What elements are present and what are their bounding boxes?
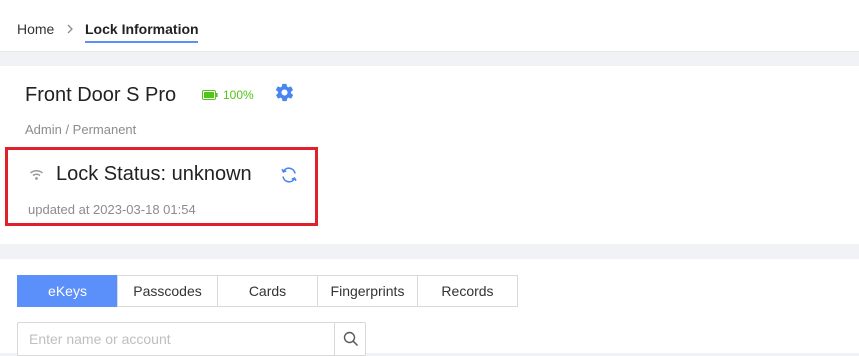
lock-status-section: Lock Status: unknown updated at 2023-03-… xyxy=(5,147,318,226)
wifi-icon xyxy=(30,169,43,180)
tab-cards[interactable]: Cards xyxy=(217,275,318,307)
breadcrumb-home-link[interactable]: Home xyxy=(17,21,54,37)
search-icon xyxy=(343,331,359,347)
status-updated-time: updated at 2023-03-18 01:54 xyxy=(28,202,196,217)
chevron-right-icon xyxy=(67,24,73,34)
search-button[interactable] xyxy=(334,323,365,355)
battery-full-icon xyxy=(202,90,218,100)
access-role: Admin / Permanent xyxy=(25,122,137,137)
lock-name: Front Door S Pro xyxy=(25,84,177,106)
tab-records[interactable]: Records xyxy=(417,275,518,307)
gear-icon[interactable] xyxy=(274,82,295,103)
lock-status-title: Lock Status: unknown xyxy=(56,163,252,185)
search-box xyxy=(17,322,366,356)
tab-ekeys[interactable]: eKeys xyxy=(17,275,118,307)
search-input[interactable] xyxy=(18,323,334,355)
access-panel: eKeys Passcodes Cards Fingerprints Recor… xyxy=(0,259,859,356)
tab-fingerprints[interactable]: Fingerprints xyxy=(317,275,418,307)
breadcrumb: Home Lock Information xyxy=(0,0,859,52)
battery-level: 100% xyxy=(223,88,254,102)
tab-passcodes[interactable]: Passcodes xyxy=(117,275,218,307)
access-tabs: eKeys Passcodes Cards Fingerprints Recor… xyxy=(17,275,518,307)
lock-info-card: Front Door S Pro 100% Admin / Permanent … xyxy=(0,66,859,244)
refresh-icon[interactable] xyxy=(279,165,299,185)
breadcrumb-current[interactable]: Lock Information xyxy=(85,21,199,37)
breadcrumb-active-underline xyxy=(85,41,198,43)
